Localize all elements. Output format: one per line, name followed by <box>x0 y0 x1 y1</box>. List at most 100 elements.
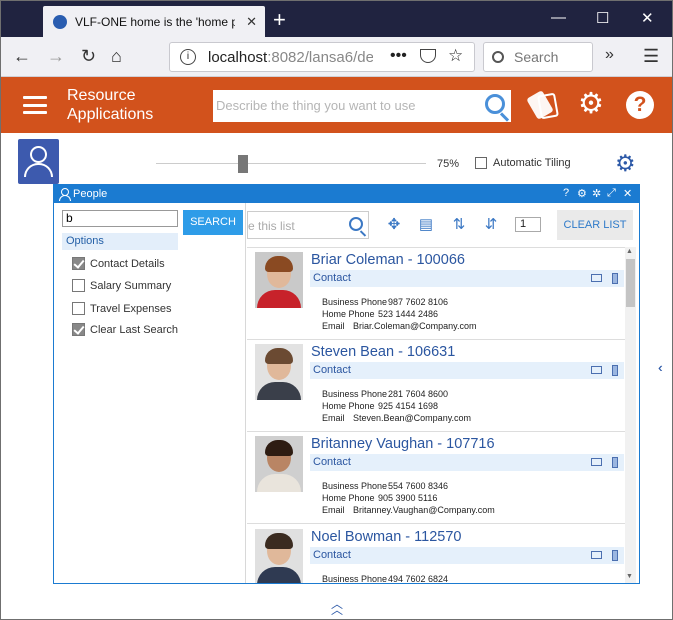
sort-ascending-icon[interactable]: ⇅ <box>451 216 467 234</box>
hamburger-menu-icon[interactable]: ☰ <box>643 46 659 67</box>
scrollbar-thumb[interactable] <box>626 259 635 307</box>
clear-list-button[interactable]: CLEAR LIST <box>557 210 633 240</box>
search-icon <box>492 51 504 63</box>
contact-list-scrollbar[interactable]: ▲ ▼ <box>625 247 636 583</box>
expand-right-panel-icon[interactable]: ‹‹ <box>658 360 661 375</box>
contact-name[interactable]: Briar Coleman - 100066 <box>311 252 465 268</box>
page-number-stepper[interactable]: 1 <box>515 217 541 232</box>
expand-bottom-panel-icon[interactable]: ︿ ︿ <box>331 598 343 616</box>
tab-title: VLF-ONE home is the 'home page' <box>75 14 235 29</box>
business-phone: Business Phone554 7600 8346 <box>322 481 449 491</box>
back-icon[interactable]: ← <box>13 46 31 67</box>
scroll-up-icon[interactable]: ▲ <box>626 248 633 255</box>
travel-expenses-checkbox[interactable] <box>72 302 85 315</box>
browser-tab[interactable]: VLF-ONE home is the 'home page' ✕ <box>43 6 265 37</box>
url-bar[interactable]: i localhost:8082/lansa6/de ••• ☆ <box>169 42 475 72</box>
home-phone: Home Phone 905 3900 5116 <box>322 493 438 503</box>
search-button[interactable]: SEARCH <box>183 210 243 235</box>
settings-gear-icon[interactable]: ⚙ <box>578 90 604 119</box>
options-header[interactable]: Options <box>62 233 178 250</box>
contact-section-bar: Contact <box>310 454 624 471</box>
bookmark-star-icon[interactable]: ☆ <box>448 46 463 66</box>
zoom-slider-thumb[interactable] <box>238 155 248 173</box>
tab-close-icon[interactable]: ✕ <box>246 14 257 30</box>
search-icon[interactable] <box>485 94 505 114</box>
contact-name[interactable]: Noel Bowman - 112570 <box>311 529 461 545</box>
expand-icon[interactable]: ⤢ <box>607 187 616 200</box>
overflow-icon[interactable]: » <box>605 46 614 64</box>
app-search-input[interactable]: Describe the thing you want to use <box>213 90 511 122</box>
email-icon[interactable] <box>591 551 602 559</box>
browser-search-input[interactable]: Search <box>483 42 593 72</box>
contact-card[interactable]: Steven Bean - 106631 Contact Business Ph… <box>247 340 625 432</box>
home-phone: Home Phone 925 4154 1698 <box>322 401 439 411</box>
layout-settings-gear-icon[interactable]: ⚙ <box>615 152 636 175</box>
contact-name[interactable]: Steven Bean - 106631 <box>311 344 455 360</box>
automatic-tiling-toggle[interactable]: Automatic Tiling <box>475 157 571 169</box>
clear-last-search-checkbox[interactable] <box>72 323 85 336</box>
people-search-input[interactable]: b <box>62 210 178 227</box>
people-window-titlebar[interactable]: People ? ⚙ ✲ ⤢ ✕ <box>54 185 639 203</box>
mobile-phone-icon[interactable] <box>612 365 618 376</box>
window-close-icon[interactable]: ✕ <box>641 9 654 27</box>
help-icon[interactable]: ? <box>626 91 654 119</box>
contact-card[interactable]: Noel Bowman - 112570 Contact Business Ph… <box>247 525 625 583</box>
move-arrows-icon[interactable]: ✥ <box>386 216 402 234</box>
zoom-slider-track[interactable] <box>156 163 426 164</box>
collapse-icon[interactable]: ✲ <box>592 187 601 200</box>
menu-icon[interactable] <box>23 96 47 114</box>
option-contact-details[interactable]: Contact Details <box>72 257 165 270</box>
user-avatar[interactable] <box>18 139 59 184</box>
page-actions-icon[interactable]: ••• <box>390 47 407 65</box>
option-travel-expenses[interactable]: Travel Expenses <box>72 302 172 315</box>
contact-card[interactable]: Britanney Vaughan - 107716 Contact Busin… <box>247 432 625 524</box>
list-view-icon[interactable]: ▤ <box>418 216 434 234</box>
person-icon <box>58 188 71 201</box>
automatic-tiling-checkbox[interactable] <box>475 157 487 169</box>
email: Email Steven.Bean@Company.com <box>322 413 472 423</box>
search-panel: b SEARCH Options Contact Details Salary … <box>54 203 246 583</box>
tags-icon-outline <box>537 92 559 120</box>
help-icon[interactable]: ? <box>563 187 569 199</box>
contact-card[interactable]: Briar Coleman - 100066 Contact Business … <box>247 248 625 340</box>
pocket-icon[interactable] <box>420 49 436 63</box>
email-icon[interactable] <box>591 366 602 374</box>
mobile-phone-icon[interactable] <box>612 550 618 561</box>
contact-photo <box>255 529 303 583</box>
option-clear-last-search[interactable]: Clear Last Search <box>72 323 178 336</box>
option-salary-summary[interactable]: Salary Summary <box>72 279 171 292</box>
email-icon[interactable] <box>591 458 602 466</box>
user-head <box>30 146 47 163</box>
search-icon[interactable] <box>349 217 363 231</box>
mobile-phone-icon[interactable] <box>612 273 618 284</box>
globe-icon <box>53 14 67 29</box>
settings-gear-icon[interactable]: ⚙ <box>577 187 587 200</box>
contact-list: Briar Coleman - 100066 Contact Business … <box>247 247 625 583</box>
browser-navbar: ← → ↻ ⌂ i localhost:8082/lansa6/de ••• ☆… <box>1 37 672 77</box>
new-tab-icon[interactable]: + <box>273 7 286 33</box>
contact-section-bar: Contact <box>310 547 624 564</box>
maximize-icon[interactable]: ☐ <box>596 9 609 27</box>
user-body <box>24 163 53 177</box>
filter-list-input[interactable]: e this list <box>247 211 369 239</box>
scroll-down-icon[interactable]: ▼ <box>626 573 633 580</box>
people-window: People ? ⚙ ✲ ⤢ ✕ b SEARCH Options Contac… <box>53 184 640 584</box>
contact-name[interactable]: Britanney Vaughan - 107716 <box>311 436 495 452</box>
contact-details-checkbox[interactable] <box>72 257 85 270</box>
forward-icon[interactable]: → <box>47 46 65 67</box>
email: Email Briar.Coleman@Company.com <box>322 321 477 331</box>
reload-icon[interactable]: ↻ <box>81 46 96 67</box>
sort-descending-icon[interactable]: ⇵ <box>483 216 499 234</box>
salary-summary-checkbox[interactable] <box>72 279 85 292</box>
info-icon[interactable]: i <box>180 49 196 65</box>
home-phone: Home Phone 523 1444 2486 <box>322 309 439 319</box>
contact-photo <box>255 436 303 492</box>
business-phone: Business Phone281 7604 8600 <box>322 389 449 399</box>
mobile-phone-icon[interactable] <box>612 457 618 468</box>
window-close-icon[interactable]: ✕ <box>623 187 632 200</box>
email-icon[interactable] <box>591 274 602 282</box>
minimize-icon[interactable]: — <box>551 9 566 26</box>
home-icon[interactable]: ⌂ <box>111 46 122 67</box>
results-panel: e this list ✥ ▤ ⇅ ⇵ 1 CLEAR LIST Briar C… <box>247 203 639 583</box>
zoom-level: 75% <box>437 158 460 170</box>
